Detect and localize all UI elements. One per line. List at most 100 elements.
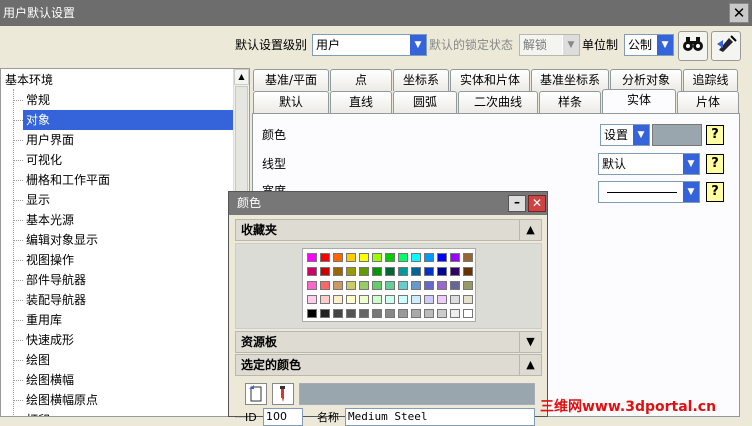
color-swatch[interactable] xyxy=(437,253,447,262)
tree-item[interactable]: 部件导航器 xyxy=(23,270,89,290)
color-swatch[interactable] xyxy=(463,267,473,276)
color-swatch[interactable] xyxy=(307,281,317,290)
unit-select[interactable]: 公制 ▼ xyxy=(624,34,674,56)
tree-item[interactable]: 打印 xyxy=(23,410,53,416)
id-input[interactable]: 100 xyxy=(263,408,303,426)
scroll-up-icon[interactable]: ▲ xyxy=(234,69,249,85)
color-swatch[interactable] xyxy=(346,253,356,262)
color-swatch[interactable] xyxy=(372,309,382,318)
color-swatch[interactable] xyxy=(333,295,343,304)
tab-row2-item[interactable]: 圆弧 xyxy=(393,91,457,113)
level-select[interactable]: 用户 ▼ xyxy=(312,34,427,56)
color-swatch[interactable] xyxy=(398,253,408,262)
color-swatch[interactable] xyxy=(463,295,473,304)
color-swatch[interactable] xyxy=(398,295,408,304)
color-swatch[interactable] xyxy=(333,267,343,276)
color-swatch[interactable] xyxy=(359,309,369,318)
tab-row1-item[interactable]: 基准/平面 xyxy=(253,69,329,91)
color-swatch[interactable] xyxy=(359,253,369,262)
color-swatch[interactable] xyxy=(346,267,356,276)
tree-item[interactable]: 栅格和工作平面 xyxy=(23,170,113,190)
tree-item[interactable]: 视图操作 xyxy=(23,250,77,270)
color-mode-select[interactable]: 设置 ▼ xyxy=(600,124,650,146)
tab-row1-item[interactable]: 追踪线 xyxy=(683,69,738,91)
help-icon[interactable]: ? xyxy=(706,125,724,145)
color-swatch[interactable] xyxy=(372,295,382,304)
color-swatch[interactable] xyxy=(307,253,317,262)
tab-row1-item[interactable]: 坐标系 xyxy=(393,69,449,91)
color-swatch[interactable] xyxy=(320,267,330,276)
color-swatch[interactable] xyxy=(333,309,343,318)
color-swatch[interactable] xyxy=(385,267,395,276)
color-swatch[interactable] xyxy=(411,253,421,262)
linetype-select[interactable]: 默认 ▼ xyxy=(598,153,700,175)
tree-item[interactable]: 编辑对象显示 xyxy=(23,230,101,250)
color-swatch[interactable] xyxy=(320,295,330,304)
color-swatch[interactable] xyxy=(450,309,460,318)
color-swatch[interactable] xyxy=(320,281,330,290)
color-swatch[interactable] xyxy=(450,295,460,304)
color-swatch[interactable] xyxy=(320,253,330,262)
color-swatch[interactable] xyxy=(424,253,434,262)
palette-section-header[interactable]: 资源板 ▼ xyxy=(235,331,542,353)
color-swatch[interactable] xyxy=(372,281,382,290)
color-swatch[interactable] xyxy=(437,295,447,304)
color-swatch[interactable] xyxy=(424,309,434,318)
color-swatch[interactable] xyxy=(411,295,421,304)
tab-row2-item[interactable]: 实体 xyxy=(602,89,676,113)
tree-root[interactable]: 基本环境 xyxy=(5,70,53,90)
import-export-button[interactable] xyxy=(711,31,741,61)
tab-row1-item[interactable]: 实体和片体 xyxy=(450,69,530,91)
width-select[interactable]: ▼ xyxy=(598,181,700,203)
tree-item[interactable]: 对象 xyxy=(23,110,233,130)
tab-row1-item[interactable]: 分析对象 xyxy=(610,69,682,91)
color-swatch[interactable] xyxy=(333,253,343,262)
color-swatch[interactable] xyxy=(307,267,317,276)
color-swatch[interactable] xyxy=(333,281,343,290)
color-swatch[interactable] xyxy=(307,295,317,304)
help-icon[interactable]: ? xyxy=(706,182,724,202)
color-swatch[interactable] xyxy=(424,295,434,304)
new-color-button[interactable] xyxy=(245,383,267,405)
tab-row2-item[interactable]: 片体 xyxy=(677,91,739,113)
minimize-icon[interactable]: – xyxy=(508,195,526,212)
tree-item[interactable]: 绘图 xyxy=(23,350,53,370)
tree-item[interactable]: 基本光源 xyxy=(23,210,77,230)
tree-item[interactable]: 绘图横幅 xyxy=(23,370,77,390)
color-swatch[interactable] xyxy=(346,309,356,318)
selected-color-section-header[interactable]: 选定的颜色 ▲ xyxy=(235,354,542,376)
color-swatch[interactable] xyxy=(411,267,421,276)
color-swatch[interactable] xyxy=(359,281,369,290)
color-swatch[interactable] xyxy=(359,267,369,276)
name-input[interactable]: Medium Steel xyxy=(345,408,535,426)
favorites-section-header[interactable]: 收藏夹 ▲ xyxy=(235,219,542,241)
color-swatch[interactable] xyxy=(450,281,460,290)
color-swatch-button[interactable] xyxy=(652,124,702,146)
color-swatch[interactable] xyxy=(463,281,473,290)
color-swatch[interactable] xyxy=(424,267,434,276)
color-swatch[interactable] xyxy=(385,295,395,304)
tab-row1-item[interactable]: 基准坐标系 xyxy=(531,69,609,91)
color-swatch[interactable] xyxy=(385,253,395,262)
color-swatch[interactable] xyxy=(346,295,356,304)
eyedropper-button[interactable] xyxy=(272,383,294,405)
tree-item[interactable]: 可视化 xyxy=(23,150,65,170)
close-icon[interactable]: ✕ xyxy=(528,195,546,212)
tree-item[interactable]: 显示 xyxy=(23,190,53,210)
color-swatch[interactable] xyxy=(372,267,382,276)
tab-row1-item[interactable]: 点 xyxy=(330,69,392,91)
color-swatch[interactable] xyxy=(385,281,395,290)
color-swatch[interactable] xyxy=(463,253,473,262)
color-swatch[interactable] xyxy=(307,309,317,318)
tree-item[interactable]: 装配导航器 xyxy=(23,290,89,310)
tree-item[interactable]: 常规 xyxy=(23,90,53,110)
color-swatch[interactable] xyxy=(437,309,447,318)
tab-row2-item[interactable]: 直线 xyxy=(330,91,392,113)
help-icon[interactable]: ? xyxy=(706,154,724,174)
tree-item[interactable]: 重用库 xyxy=(23,310,65,330)
tree-item[interactable]: 绘图横幅原点 xyxy=(23,390,101,410)
close-button[interactable]: ✕ xyxy=(729,3,749,23)
color-swatch[interactable] xyxy=(424,281,434,290)
color-swatch[interactable] xyxy=(463,309,473,318)
color-swatch[interactable] xyxy=(398,309,408,318)
